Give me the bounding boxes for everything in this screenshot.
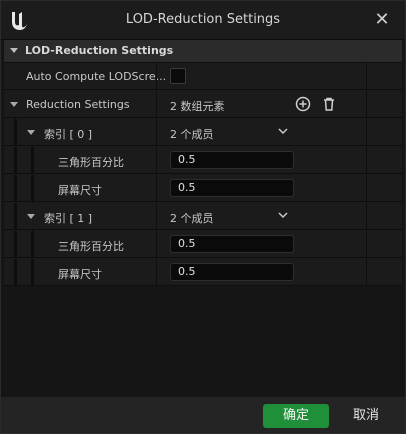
screen-size-input[interactable]: 0.5 [170, 179, 294, 197]
title-bar[interactable]: LOD-Reduction Settings ✕ [1, 1, 405, 40]
triangle-percent-label: 三角形百分比 [58, 156, 124, 169]
details-panel: LOD-Reduction Settings Auto Compute LODS… [4, 40, 402, 286]
reduction-expand-arrow-icon[interactable] [10, 102, 18, 107]
auto-compute-checkbox[interactable] [170, 68, 186, 84]
screen-size-input[interactable]: 0.5 [170, 263, 294, 281]
element-0-count: 2 个成员 [170, 128, 214, 141]
element-1-triangle-row: 三角形百分比 0.5 [4, 231, 402, 258]
element-1-label: 索引 [ 1 ] [44, 212, 93, 225]
cancel-button[interactable]: 取消 [341, 404, 391, 428]
triangle-percent-input[interactable]: 0.5 [170, 151, 294, 169]
close-button[interactable]: ✕ [371, 9, 393, 31]
trash-icon[interactable] [321, 96, 337, 112]
dialog-window: LOD-Reduction Settings ✕ LOD-Reduction S… [0, 0, 406, 434]
element-1-count: 2 个成员 [170, 212, 214, 225]
chevron-down-icon[interactable] [278, 210, 288, 220]
element-0-screen-size-row: 屏幕尺寸 0.5 [4, 175, 402, 202]
element-1-screen-size-row: 屏幕尺寸 0.5 [4, 259, 402, 286]
screen-size-label: 屏幕尺寸 [58, 184, 102, 197]
chevron-down-icon[interactable] [278, 126, 288, 136]
element-0-label: 索引 [ 0 ] [44, 128, 93, 141]
window-title: LOD-Reduction Settings [125, 12, 281, 27]
add-element-icon[interactable] [295, 96, 311, 112]
ok-button[interactable]: 确定 [263, 404, 329, 428]
element-1-row: 索引 [ 1 ] 2 个成员 [4, 203, 402, 230]
element-0-triangle-row: 三角形百分比 0.5 [4, 147, 402, 174]
collapse-arrow-icon[interactable] [10, 48, 18, 53]
reduction-settings-label: Reduction Settings [26, 98, 130, 111]
close-icon: ✕ [374, 9, 390, 30]
triangle-percent-input[interactable]: 0.5 [170, 235, 294, 253]
reduction-count: 2 数组元素 [170, 100, 225, 113]
category-header[interactable]: LOD-Reduction Settings [4, 40, 402, 63]
triangle-percent-label: 三角形百分比 [58, 240, 124, 253]
category-label: LOD-Reduction Settings [25, 44, 174, 57]
element-0-row: 索引 [ 0 ] 2 个成员 [4, 119, 402, 146]
reduction-settings-row: Reduction Settings 2 数组元素 [4, 91, 402, 118]
auto-compute-row: Auto Compute LODScre... [4, 63, 402, 90]
screen-size-label: 屏幕尺寸 [58, 268, 102, 281]
element-0-expand-arrow-icon[interactable] [27, 130, 35, 135]
element-1-expand-arrow-icon[interactable] [27, 214, 35, 219]
auto-compute-label: Auto Compute LODScre... [26, 70, 167, 83]
